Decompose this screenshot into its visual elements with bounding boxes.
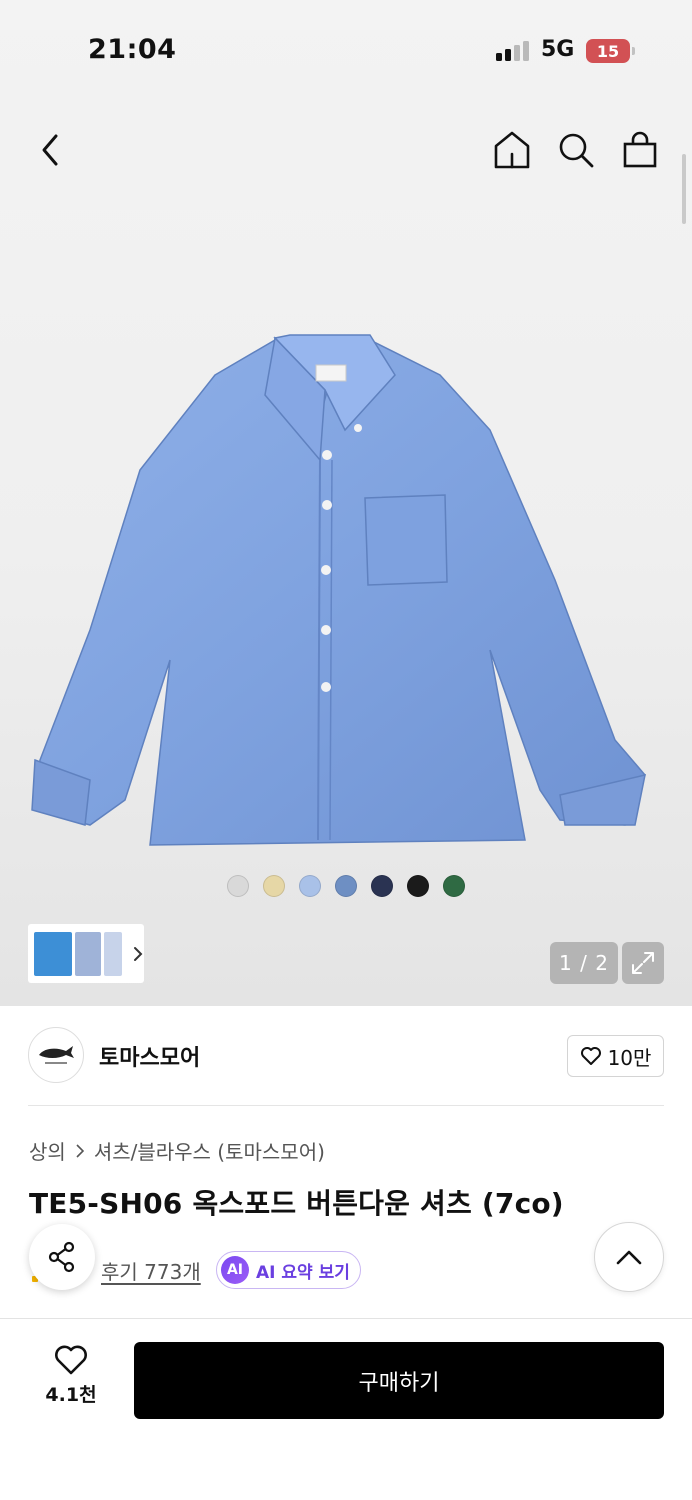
brand-name[interactable]: 토마스모어 [99,1040,200,1072]
heart-icon [55,1345,87,1375]
image-counter: 1 / 2 [550,942,618,984]
whale-logo-icon [39,1046,74,1064]
ai-badge-icon: AI [221,1256,249,1284]
home-icon [494,131,530,169]
follow-button[interactable]: 10만 [567,1035,664,1077]
chevron-right-icon [76,1143,84,1158]
product-image-shirt [31,334,646,846]
search-icon [559,133,594,168]
swatch-0[interactable] [227,875,249,897]
like-button[interactable]: 4.1천 [36,1344,106,1407]
network-label: 5G [541,37,575,62]
reviews-link[interactable]: 후기 773개 [101,1256,201,1285]
swatch-3[interactable] [335,875,357,897]
product-gallery[interactable]: 21:04 5G 15 1 / 2 [0,0,692,1006]
share-icon [48,1241,75,1273]
brand-logo[interactable] [28,1027,84,1083]
thumbnail-2[interactable] [104,931,122,976]
share-button[interactable] [29,1224,95,1290]
divider [28,1105,664,1106]
search-button[interactable] [554,128,598,172]
heart-icon [580,1047,601,1065]
thumbnail-0[interactable] [34,931,72,976]
product-detail-page: 21:04 5G 15 1 / 2 토마스모어 10만 상의 셔츠/블라우스 (… [0,0,692,1500]
swatch-4[interactable] [371,875,393,897]
cart-button[interactable] [618,128,662,172]
breadcrumb-subcategory[interactable]: 셔츠/블라우스 (토마스모어) [94,1136,325,1165]
color-swatches[interactable] [227,875,465,897]
scroll-top-button[interactable] [594,1222,664,1292]
scroll-indicator[interactable] [682,154,686,224]
buy-button[interactable]: 구매하기 [134,1342,664,1419]
back-button[interactable] [30,130,70,170]
ai-summary-button[interactable]: AI AI 요약 보기 [216,1251,361,1289]
breadcrumb-category[interactable]: 상의 [29,1136,66,1165]
chevron-up-icon [616,1250,642,1265]
swatch-1[interactable] [263,875,285,897]
expand-icon [632,952,654,974]
like-count: 4.1천 [45,1384,97,1406]
breadcrumb: 상의 셔츠/블라우스 (토마스모어) [29,1136,325,1165]
swatch-2[interactable] [299,875,321,897]
thumbnail-strip[interactable] [28,924,144,983]
expand-button[interactable] [622,942,664,984]
battery-icon: 15 [586,39,635,63]
follow-count: 10만 [607,1045,652,1070]
thumbnail-1[interactable] [75,931,101,976]
home-button[interactable] [490,128,534,172]
chevron-left-icon [42,134,58,166]
signal-icon [496,41,529,61]
bag-icon [623,131,657,168]
ai-summary-label: AI 요약 보기 [256,1262,350,1283]
swatch-6[interactable] [443,875,465,897]
swatch-5[interactable] [407,875,429,897]
status-time: 21:04 [88,34,177,65]
chevron-right-icon [134,946,143,961]
product-title: TE5-SH06 옥스포드 버튼다운 셔츠 (7co) [29,1187,564,1220]
